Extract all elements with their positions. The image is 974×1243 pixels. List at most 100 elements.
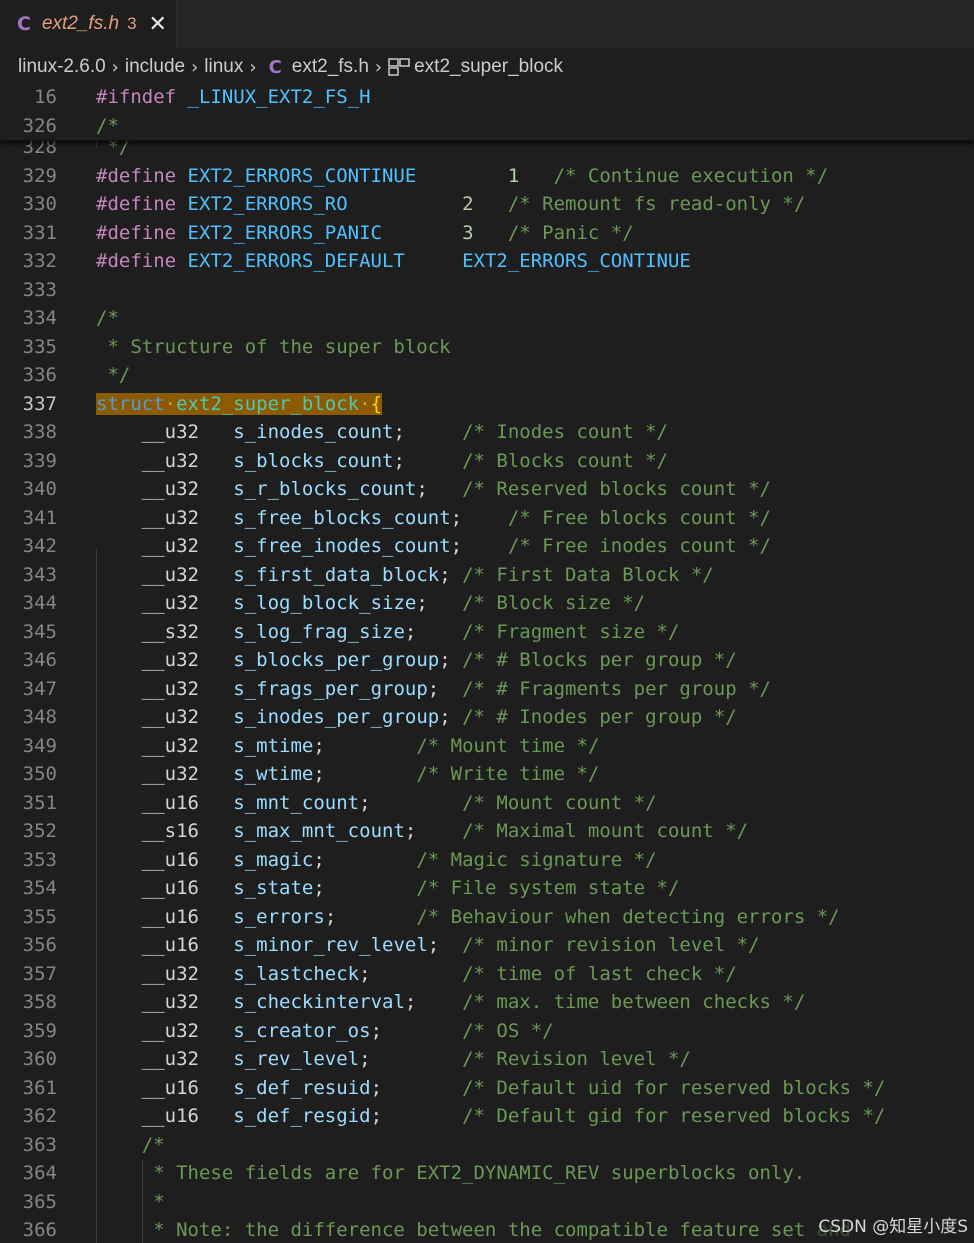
code-line[interactable]: 339 __u32 s_blocks_count; /* Blocks coun… (0, 447, 974, 476)
code-token: /* Fragment size */ (462, 620, 680, 643)
code-token: ; (370, 1019, 463, 1042)
code-token: ; (439, 706, 463, 728)
code-token: __u32 (141, 1048, 199, 1070)
code-line[interactable]: 333 (0, 276, 974, 305)
code-line[interactable]: 363 /* (0, 1131, 974, 1160)
code-line[interactable]: 349 __u32 s_mtime; /* Mount time */ (0, 732, 974, 761)
line-number: 326 (22, 114, 57, 137)
code-line[interactable]: 354 __u16 s_state; /* File system state … (0, 874, 974, 903)
chevron-right-icon: › (111, 56, 119, 78)
code-token: __s16 (141, 820, 199, 842)
line-number: 352 (22, 820, 57, 842)
code-line[interactable]: 358 __u32 s_checkinterval; /* max. time … (0, 988, 974, 1017)
breadcrumb-item-file[interactable]: ext2_fs.h (292, 56, 369, 78)
line-text: /* (96, 1131, 165, 1160)
code-line[interactable]: 346 __u32 s_blocks_per_group; /* # Block… (0, 646, 974, 675)
line-number: 349 (22, 734, 57, 757)
code-line[interactable]: 338 __u32 s_inodes_count; /* Inodes coun… (0, 418, 974, 447)
line-text: __u32 s_free_inodes_count; /* Free inode… (96, 532, 771, 561)
code-token: __u16 (141, 848, 199, 871)
code-line[interactable]: 336 */ (0, 361, 974, 390)
code-line[interactable]: 342 __u32 s_free_inodes_count; /* Free i… (0, 532, 974, 561)
code-line[interactable]: 326 /* (0, 112, 974, 141)
c-language-icon: C (17, 13, 31, 35)
code-token: __u32 (141, 449, 199, 472)
code-line[interactable]: 351 __u16 s_mnt_count; /* Mount count */ (0, 789, 974, 818)
code-token: /* # Fragments per group */ (462, 677, 771, 700)
code-line[interactable]: 350 __u32 s_wtime; /* Write time */ (0, 760, 974, 789)
code-token: /* # Blocks per group */ (462, 649, 737, 671)
code-line[interactable]: 341 __u32 s_free_blocks_count; /* Free b… (0, 504, 974, 533)
code-line[interactable]: 16 #ifndef _LINUX_EXT2_FS_H (0, 83, 974, 112)
code-token: /* (96, 114, 119, 137)
code-line[interactable]: 337 struct·ext2_super_block·{ (0, 390, 974, 419)
breadcrumb-item-linux[interactable]: linux (204, 56, 243, 78)
code-line[interactable]: 355 __u16 s_errors; /* Behaviour when de… (0, 903, 974, 932)
code-token: /* Continue execution */ (553, 164, 829, 187)
line-text: __u16 s_mnt_count; /* Mount count */ (96, 789, 657, 818)
code-line[interactable]: 356 __u16 s_minor_rev_level; /* minor re… (0, 931, 974, 960)
code-line[interactable]: 340 __u32 s_r_blocks_count; /* Reserved … (0, 475, 974, 504)
line-number: 341 (22, 506, 57, 529)
code-token: s_minor_rev_level (233, 934, 428, 956)
line-text: #define EXT2_ERRORS_PANIC 3 /* Panic */ (96, 219, 634, 248)
tab-ext2-fs-h[interactable]: C ext2_fs.h 3 ✕ (0, 0, 177, 48)
code-line[interactable]: 364 * These fields are for EXT2_DYNAMIC_… (0, 1159, 974, 1188)
line-text: __u16 s_minor_rev_level; /* minor revisi… (96, 931, 760, 960)
code-token: /* Default gid for reserved blocks */ (462, 1105, 886, 1127)
code-line[interactable]: 334 /* (0, 304, 974, 333)
code-token: __u32 (141, 506, 199, 529)
code-token: ; (416, 478, 463, 500)
code-token: /* (96, 307, 119, 329)
code-token: _LINUX_EXT2_FS_H (187, 86, 371, 108)
code-line[interactable]: 331 #define EXT2_ERRORS_PANIC 3 /* Panic … (0, 219, 974, 248)
code-token: __u16 (141, 791, 199, 814)
code-token: s_r_blocks_count (233, 478, 417, 500)
code-token: ; (404, 991, 463, 1013)
code-line[interactable]: 353 __u16 s_magic; /* Magic signature */ (0, 846, 974, 875)
code-line[interactable]: 347 __u32 s_frags_per_group; /* # Fragme… (0, 675, 974, 704)
line-number: 334 (22, 307, 57, 329)
breadcrumb-item-symbol[interactable]: ext2_super_block (414, 56, 563, 78)
sticky-scroll-header[interactable]: 16 #ifndef _LINUX_EXT2_FS_H 326 /* (0, 86, 974, 141)
code-line[interactable]: 362 __u16 s_def_resgid; /* Default gid f… (0, 1102, 974, 1131)
code-line[interactable]: 343 __u32 s_first_data_block; /* First D… (0, 561, 974, 590)
close-icon[interactable]: ✕ (149, 12, 167, 37)
line-text: * These fields are for EXT2_DYNAMIC_REV … (96, 1159, 805, 1188)
code-line[interactable]: 344 __u32 s_log_block_size; /* Block siz… (0, 589, 974, 618)
code-line[interactable]: 360 __u32 s_rev_level; /* Revision level… (0, 1045, 974, 1074)
code-line[interactable]: 329 #define EXT2_ERRORS_CONTINUE 1 /* Con… (0, 162, 974, 191)
code-token: __u32 (141, 478, 199, 500)
code-line[interactable]: 357 __u32 s_lastcheck; /* time of last c… (0, 960, 974, 989)
code-line[interactable]: 332 #define EXT2_ERRORS_DEFAULT EXT2_ERRO… (0, 247, 974, 276)
code-line[interactable]: 335 * Structure of the super block (0, 333, 974, 362)
code-line[interactable]: 348 __u32 s_inodes_per_group; /* # Inode… (0, 703, 974, 732)
line-text: __u32 s_frags_per_group; /* # Fragments … (96, 675, 771, 704)
code-line[interactable]: 352 __s16 s_max_mnt_count; /* Maximal mo… (0, 817, 974, 846)
line-text: __u32 s_r_blocks_count; /* Reserved bloc… (96, 475, 771, 504)
breadcrumb-item-include[interactable]: include (125, 56, 185, 78)
code-line[interactable]: 361 __u16 s_def_resuid; /* Default uid f… (0, 1074, 974, 1103)
code-line[interactable]: 345 __s32 s_log_frag_size; /* Fragment s… (0, 618, 974, 647)
code-line[interactable]: 359 __u32 s_creator_os; /* OS */ (0, 1017, 974, 1046)
code-token: s_log_block_size (233, 592, 417, 614)
code-editor[interactable]: 328 */329 #define EXT2_ERRORS_CONTINUE 1 … (0, 134, 974, 1243)
line-text: __u32 s_wtime; /* Write time */ (96, 760, 600, 789)
code-line[interactable]: 330 #define EXT2_ERRORS_RO 2 /* Remount f… (0, 190, 974, 219)
code-token: /* Mount count */ (462, 791, 657, 814)
code-token: __u32 (141, 706, 199, 728)
code-token: ; (359, 791, 463, 814)
line-text: __u32 s_blocks_per_group; /* # Blocks pe… (96, 646, 737, 675)
breadcrumb-item-linux-2-6-0[interactable]: linux-2.6.0 (18, 56, 106, 78)
